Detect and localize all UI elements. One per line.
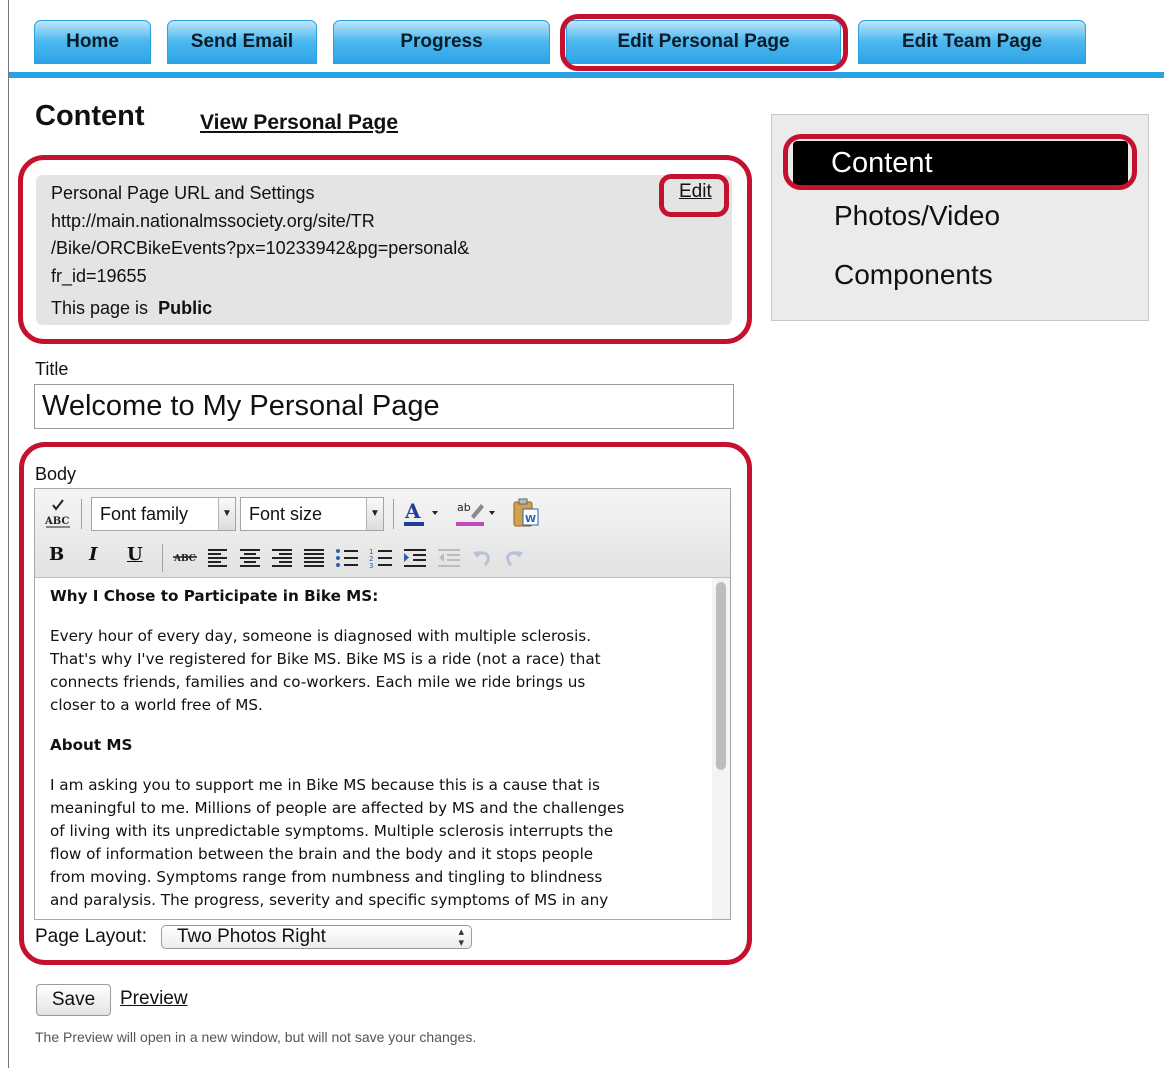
- body-line: meaningful to me. Millions of people are…: [50, 799, 625, 817]
- svg-text:ABC: ABC: [173, 554, 196, 564]
- align-justify-icon[interactable]: [303, 547, 325, 567]
- view-personal-page-link[interactable]: View Personal Page: [200, 111, 398, 135]
- align-left-icon[interactable]: [207, 547, 229, 567]
- title-label: Title: [35, 359, 69, 379]
- settings-edit-link[interactable]: Edit: [679, 181, 712, 203]
- svg-text:3: 3: [369, 562, 373, 569]
- text-color-icon[interactable]: A: [403, 498, 443, 530]
- tab-progress[interactable]: Progress: [333, 20, 550, 64]
- redo-icon[interactable]: [503, 547, 525, 569]
- body-line: and paralysis. The progress, severity an…: [50, 891, 609, 909]
- svg-text:A: A: [404, 499, 421, 523]
- tab-send-email[interactable]: Send Email: [167, 20, 317, 64]
- tab-home-label: Home: [66, 31, 119, 52]
- body-editor-content[interactable]: Why I Chose to Participate in Bike MS: E…: [35, 578, 712, 919]
- undo-icon[interactable]: [471, 547, 493, 569]
- rich-text-editor: ABC Font family ▼ Font size ▼ A ab W B I…: [34, 488, 731, 920]
- settings-url-line: /Bike/ORCBikeEvents?px=10233942&pg=perso…: [51, 238, 470, 258]
- select-updown-icon: ▴ ▾: [458, 926, 464, 949]
- toolbar-separator: [393, 499, 394, 529]
- nav-underline: [9, 72, 1164, 78]
- settings-heading: Personal Page URL and Settings: [51, 183, 315, 203]
- bold-icon[interactable]: B: [49, 544, 64, 565]
- outdent-icon[interactable]: [437, 547, 461, 569]
- side-menu-item-content[interactable]: Content: [793, 141, 1128, 185]
- svg-text:ABC: ABC: [44, 516, 69, 527]
- svg-text:W: W: [525, 514, 536, 525]
- visibility-label: This page is: [51, 298, 149, 318]
- tab-home[interactable]: Home: [34, 20, 151, 64]
- italic-icon[interactable]: I: [89, 544, 97, 565]
- body-line: from moving. Symptoms range from numbnes…: [50, 868, 603, 886]
- tab-edit-team-page-label: Edit Team Page: [901, 31, 1043, 52]
- tab-edit-personal-page[interactable]: Edit Personal Page: [566, 20, 841, 64]
- page-layout-value: Two Photos Right: [177, 926, 326, 947]
- body-paragraph: Every hour of every day, someone is diag…: [50, 625, 698, 717]
- bullet-list-icon[interactable]: [335, 547, 359, 569]
- preview-link[interactable]: Preview: [120, 988, 188, 1010]
- tab-progress-label: Progress: [400, 31, 483, 52]
- body-paragraph: I am asking you to support me in Bike MS…: [50, 774, 698, 912]
- font-family-select[interactable]: Font family ▼: [91, 497, 236, 531]
- paste-from-word-icon[interactable]: W: [511, 497, 541, 529]
- tab-edit-personal-page-label: Edit Personal Page: [617, 31, 790, 52]
- side-menu-item-components[interactable]: Components: [834, 259, 993, 291]
- font-size-select[interactable]: Font size ▼: [240, 497, 384, 531]
- body-line: closer to a world free of MS.: [50, 696, 263, 714]
- title-input[interactable]: [34, 384, 734, 429]
- body-line: of living with its unpredictable symptom…: [50, 822, 614, 840]
- toolbar-separator: [162, 544, 163, 572]
- body-heading: About MS: [50, 736, 133, 754]
- body-scrollbar[interactable]: [712, 578, 730, 919]
- body-heading: Why I Chose to Participate in Bike MS:: [50, 587, 379, 605]
- toolbar-separator: [81, 499, 82, 529]
- editor-toolbar: ABC Font family ▼ Font size ▼ A ab W B I…: [35, 489, 730, 578]
- page-title: Content: [35, 100, 145, 132]
- url-settings-panel: Personal Page URL and Settings http://ma…: [36, 175, 732, 325]
- strikethrough-icon[interactable]: ABC: [173, 547, 199, 567]
- align-center-icon[interactable]: [239, 547, 261, 567]
- body-line: connects friends, families and co-worker…: [50, 673, 586, 691]
- save-button[interactable]: Save: [36, 984, 111, 1016]
- indent-icon[interactable]: [403, 547, 427, 569]
- font-family-placeholder: Font family: [100, 504, 189, 524]
- scrollbar-thumb[interactable]: [716, 582, 726, 770]
- svg-text:ab: ab: [457, 501, 471, 514]
- visibility-value: Public: [158, 298, 213, 318]
- numbered-list-icon[interactable]: 123: [369, 547, 393, 570]
- tab-send-email-label: Send Email: [190, 31, 294, 52]
- body-line: I am asking you to support me in Bike MS…: [50, 776, 600, 794]
- spellcheck-icon[interactable]: ABC: [43, 497, 73, 529]
- align-right-icon[interactable]: [271, 547, 293, 567]
- font-size-placeholder: Font size: [249, 504, 323, 524]
- tab-edit-team-page[interactable]: Edit Team Page: [858, 20, 1086, 64]
- page-layout-label: Page Layout:: [35, 926, 147, 947]
- chevron-down-icon: ▼: [366, 498, 383, 530]
- settings-url-line: fr_id=19655: [51, 266, 147, 286]
- chevron-down-icon: ▼: [218, 498, 235, 530]
- underline-icon[interactable]: U: [127, 544, 143, 565]
- side-menu-item-photos-video[interactable]: Photos/Video: [834, 200, 1000, 232]
- highlight-color-icon[interactable]: ab: [455, 498, 499, 530]
- preview-note: The Preview will open in a new window, b…: [35, 1029, 477, 1045]
- visibility-status: This page is Public: [51, 298, 212, 319]
- body-line: flow of information between the brain an…: [50, 845, 594, 863]
- body-line: Every hour of every day, someone is diag…: [50, 627, 592, 645]
- body-line: That's why I've registered for Bike MS. …: [50, 650, 601, 668]
- body-label: Body: [35, 464, 77, 484]
- page-layout-select[interactable]: Two Photos Right ▴ ▾: [161, 925, 472, 949]
- settings-url-line: http://main.nationalmssociety.org/site/T…: [51, 211, 375, 231]
